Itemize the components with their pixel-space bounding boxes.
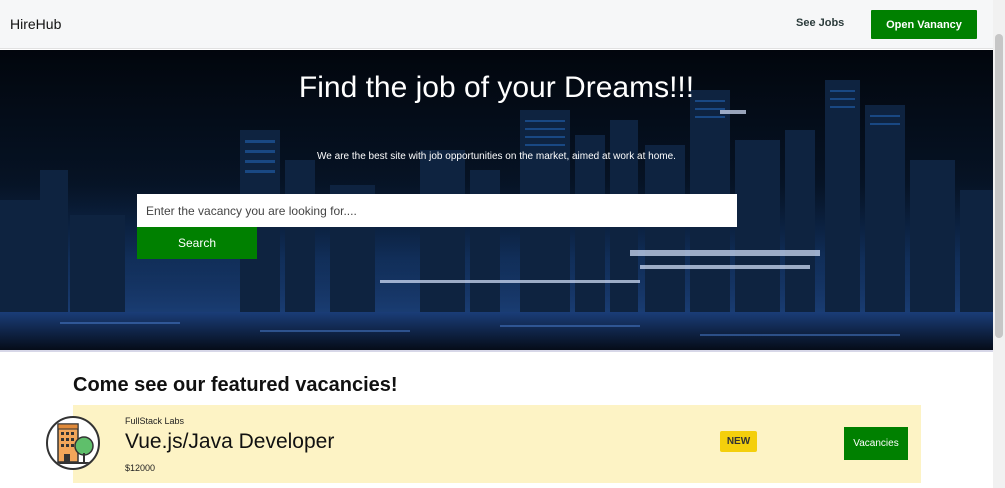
vacancies-button[interactable]: Vacancies bbox=[844, 427, 908, 460]
building-tree-icon bbox=[46, 416, 100, 470]
top-navbar: HireHub See Jobs Open Vanancy bbox=[0, 0, 993, 49]
hero-subtitle: We are the best site with job opportunit… bbox=[317, 151, 676, 162]
divider bbox=[0, 350, 993, 352]
salary: $12000 bbox=[125, 463, 156, 473]
hero-banner: Find the job of your Dreams!!! We are th… bbox=[0, 50, 993, 351]
page-scrollbar[interactable] bbox=[993, 0, 1005, 488]
search-button[interactable]: Search bbox=[137, 227, 257, 259]
brand-logo[interactable]: HireHub bbox=[10, 16, 61, 32]
job-title[interactable]: Vue.js/Java Developer bbox=[125, 430, 334, 454]
hero-title: Find the job of your Dreams!!! bbox=[298, 71, 695, 104]
company-name: FullStack Labs bbox=[125, 416, 185, 426]
open-vacancy-button[interactable]: Open Vanancy bbox=[871, 10, 977, 39]
see-jobs-link[interactable]: See Jobs bbox=[796, 17, 844, 29]
scrollbar-thumb[interactable] bbox=[995, 34, 1003, 338]
new-badge: NEW bbox=[720, 431, 757, 452]
featured-heading: Come see our featured vacancies! bbox=[73, 374, 398, 396]
vacancy-search-input[interactable] bbox=[137, 194, 737, 227]
